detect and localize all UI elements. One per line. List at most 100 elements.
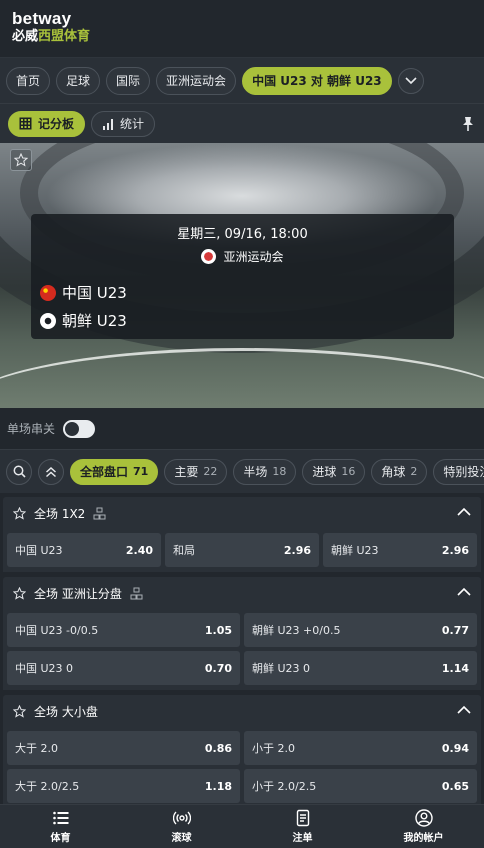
football-icon	[40, 312, 56, 329]
market-title: 全场 1X2	[34, 506, 86, 521]
filter-count: 71	[133, 465, 149, 478]
match-hero: 星期三, 09/16, 18:00 亚洲运动会 中国 U23 朝鲜 U23	[0, 143, 484, 408]
match-datetime: 星期三, 09/16, 18:00	[177, 227, 308, 242]
odds-button[interactable]: 大于 2.0/2.5 1.18	[7, 769, 240, 803]
market-title: 全场 大小盘	[34, 704, 98, 719]
odds-button[interactable]: 中国 U23 2.40	[7, 533, 161, 567]
outcome-price: 1.18	[204, 779, 232, 793]
nav-sports[interactable]: 体育	[0, 805, 121, 848]
betslip-icon	[296, 809, 309, 827]
odds-button[interactable]: 小于 2.0 0.94	[244, 731, 477, 765]
outcome-label: 中国 U23 -0/0.5	[15, 624, 99, 637]
tab-stats-label: 统计	[120, 117, 145, 131]
filter-label: 全部盘口	[80, 465, 129, 479]
competition-name: 亚洲运动会	[223, 250, 284, 264]
tab-stats[interactable]: 统计	[91, 110, 156, 137]
brand-sub-green: 西盟体育	[38, 29, 91, 44]
breadcrumb-asian-games[interactable]: 亚洲运动会	[156, 66, 237, 95]
outcome-label: 朝鲜 U23	[331, 544, 379, 557]
filter-label: 进球	[312, 465, 337, 479]
match-info-card: 星期三, 09/16, 18:00 亚洲运动会 中国 U23 朝鲜 U23	[31, 214, 454, 339]
nav-label: 注单	[292, 833, 313, 844]
outcome-label: 朝鲜 U23 0	[252, 662, 311, 675]
filter-label: 角球	[381, 465, 406, 479]
filter-goals[interactable]: 进球 16	[302, 458, 366, 485]
breadcrumb: 首页 足球 国际 亚洲运动会 中国 U23 对 朝鲜 U23	[0, 57, 484, 103]
chevron-up-icon[interactable]	[457, 705, 471, 715]
outcome-label: 朝鲜 U23 +0/0.5	[252, 624, 341, 637]
breadcrumb-match[interactable]: 中国 U23 对 朝鲜 U23	[242, 66, 392, 95]
home-team: 中国 U23	[40, 282, 127, 303]
pin-icon[interactable]	[460, 116, 476, 132]
odds-button[interactable]: 中国 U23 -0/0.5 1.05	[7, 613, 240, 647]
china-flag-icon	[40, 284, 56, 301]
brand-logo[interactable]: betway 必威西盟体育	[12, 10, 472, 43]
odds-button[interactable]: 朝鲜 U23 0 1.14	[244, 651, 477, 685]
home-team-name: 中国 U23	[62, 284, 127, 302]
outcome-label: 中国 U23	[15, 544, 63, 557]
filter-count: 16	[341, 465, 356, 478]
app-header: betway 必威西盟体育	[0, 0, 484, 57]
breadcrumb-home[interactable]: 首页	[6, 66, 51, 95]
odds-button[interactable]: 大于 2.0 0.86	[7, 731, 240, 765]
filter-label: 主要	[174, 465, 199, 479]
live-broadcast-icon	[172, 811, 191, 825]
outcome-price: 1.05	[204, 623, 232, 637]
tab-scoreboard[interactable]: 记分板	[8, 110, 86, 137]
outcome-price: 0.94	[441, 741, 469, 755]
nav-account[interactable]: 我的帐户	[363, 805, 484, 848]
filter-count: 2	[410, 465, 418, 478]
bet-builder-icon	[93, 507, 106, 519]
chevron-up-icon[interactable]	[457, 507, 471, 517]
bottom-navigation: 体育 滚球 注单 我的帐户	[0, 804, 484, 848]
odds-button[interactable]: 朝鲜 U23 2.96	[323, 533, 477, 567]
outcome-label: 和局	[173, 544, 195, 557]
outcome-price: 2.96	[441, 543, 469, 557]
star-icon[interactable]	[13, 586, 26, 600]
filter-specials[interactable]: 特别投注	[433, 458, 484, 485]
filter-half-time[interactable]: 半场 18	[233, 458, 297, 485]
breadcrumb-international[interactable]: 国际	[106, 66, 151, 95]
market-body-asian-handicap: 中国 U23 -0/0.5 1.05 朝鲜 U23 +0/0.5 0.77 中国 U…	[3, 609, 481, 690]
filter-count: 22	[203, 465, 218, 478]
search-icon[interactable]	[6, 458, 32, 485]
markets-list: 全场 1X2 中国 U23 2.40 和局 2.96 朝鲜 U23 2.96 全场 亚…	[0, 493, 484, 808]
nav-label: 体育	[50, 833, 71, 844]
filter-label: 半场	[243, 465, 268, 479]
market-header-over-under[interactable]: 全场 大小盘	[3, 695, 481, 727]
star-icon[interactable]	[13, 704, 26, 718]
odds-button[interactable]: 朝鲜 U23 +0/0.5 0.77	[244, 613, 477, 647]
outcome-price: 2.96	[283, 543, 311, 557]
market-header-1x2[interactable]: 全场 1X2	[3, 497, 481, 529]
filter-main[interactable]: 主要 22	[164, 458, 228, 485]
filter-label: 特别投注	[443, 465, 484, 479]
outcome-price: 0.86	[204, 741, 232, 755]
filter-corners[interactable]: 角球 2	[371, 458, 428, 485]
odds-button[interactable]: 和局 2.96	[165, 533, 319, 567]
nav-live[interactable]: 滚球	[121, 805, 242, 848]
match-view-tabs: 记分板 统计	[0, 103, 484, 143]
filter-all-markets[interactable]: 全部盘口 71	[70, 458, 159, 485]
match-competition: 亚洲运动会	[31, 248, 454, 265]
nav-label: 我的帐户	[403, 833, 444, 844]
tab-scoreboard-label: 记分板	[38, 117, 75, 131]
breadcrumb-football[interactable]: 足球	[56, 66, 101, 95]
star-icon[interactable]	[13, 506, 26, 520]
nav-betslip[interactable]: 注单	[242, 805, 363, 848]
single-bet-toggle[interactable]	[63, 419, 96, 438]
outcome-price: 0.77	[441, 623, 469, 637]
odds-button[interactable]: 小于 2.0/2.5 0.65	[244, 769, 477, 803]
favorite-star-icon[interactable]	[10, 149, 32, 171]
odds-button[interactable]: 中国 U23 0 0.70	[7, 651, 240, 685]
market-title: 全场 亚洲让分盘	[34, 586, 122, 601]
chevron-up-icon[interactable]	[457, 587, 471, 597]
outcome-price: 2.40	[125, 543, 153, 557]
collapse-all-icon[interactable]	[38, 458, 64, 485]
bar-chart-icon	[103, 118, 114, 130]
user-account-icon	[414, 809, 433, 827]
market-header-asian-handicap[interactable]: 全场 亚洲让分盘	[3, 577, 481, 609]
away-team: 朝鲜 U23	[40, 310, 127, 331]
away-team-name: 朝鲜 U23	[62, 312, 127, 330]
nav-label: 滚球	[171, 833, 192, 844]
chevron-down-icon[interactable]	[397, 67, 424, 94]
